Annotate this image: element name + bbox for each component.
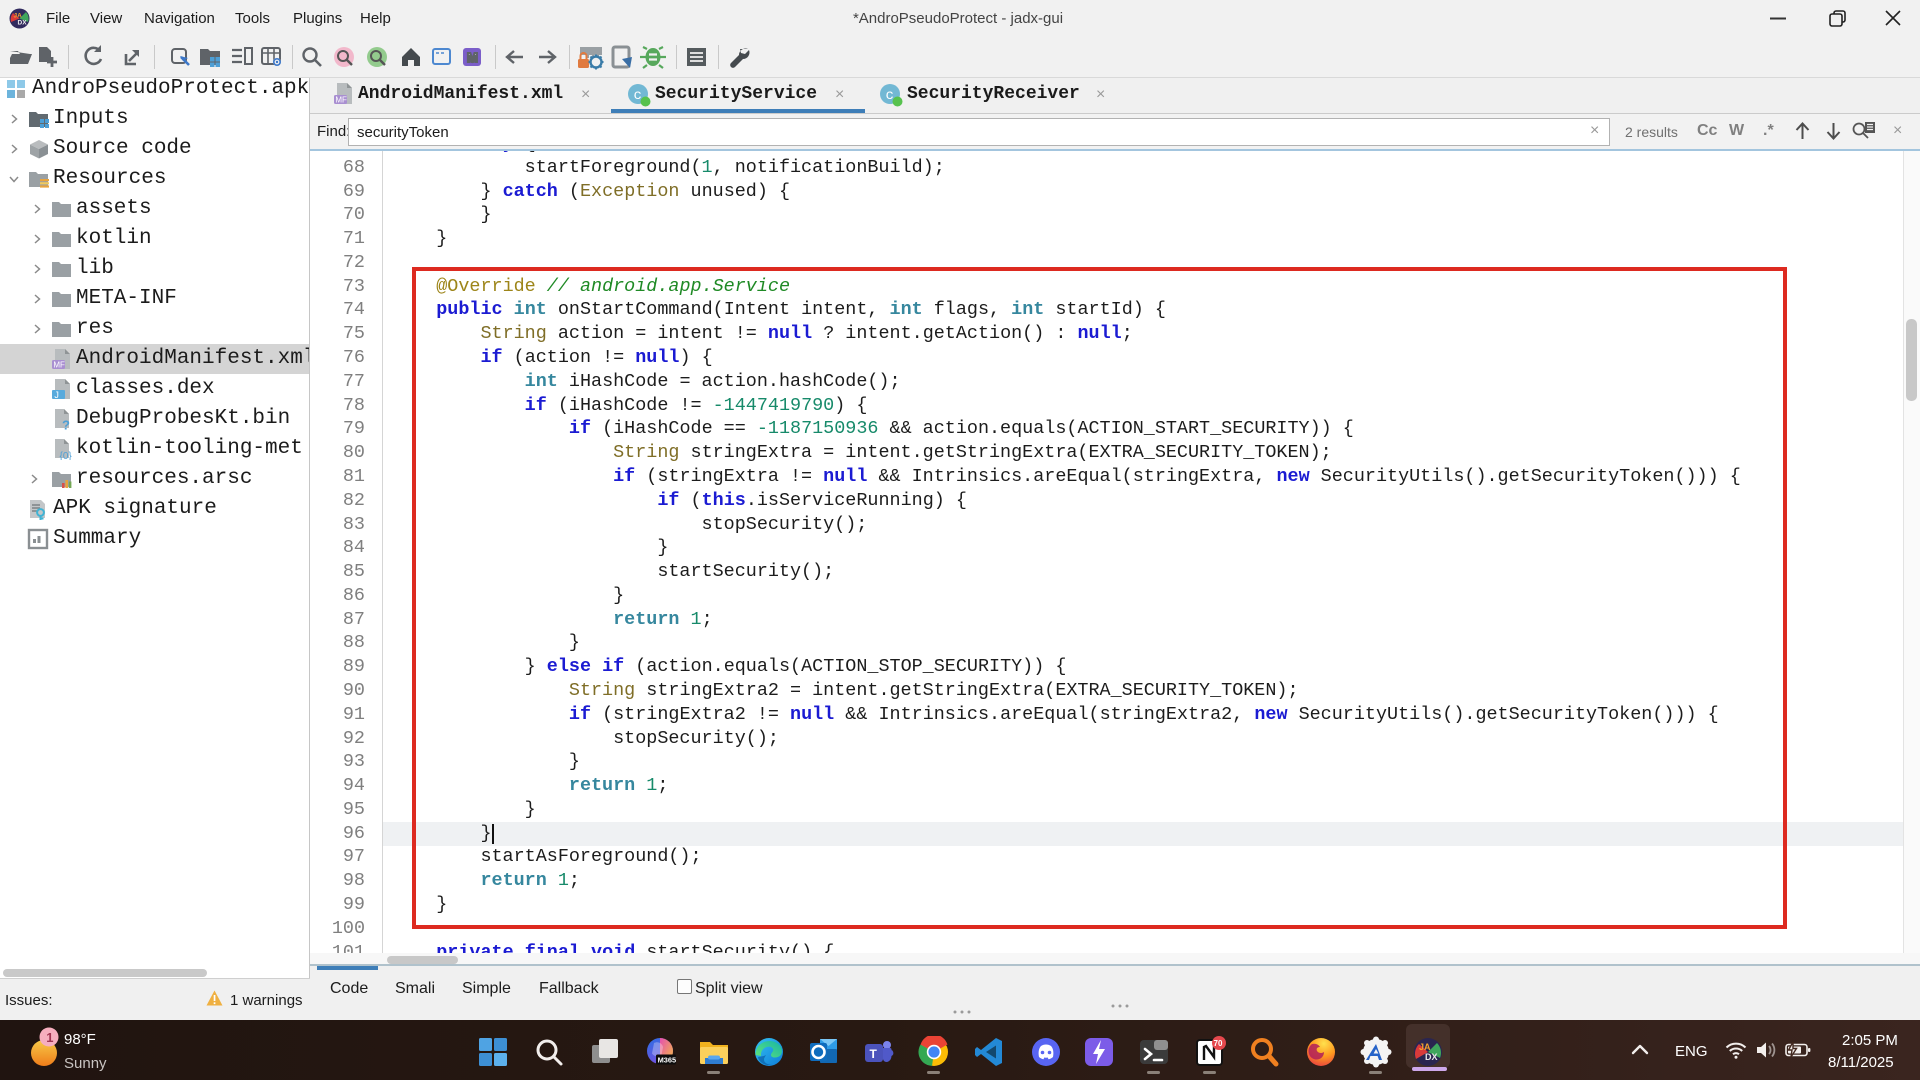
svg-text:DX: DX <box>18 20 28 27</box>
svg-text:MF: MF <box>335 95 347 104</box>
svg-text:J: J <box>54 390 59 400</box>
svg-text:MF: MF <box>53 360 65 369</box>
svg-text:?: ? <box>62 418 70 431</box>
svg-text:M365: M365 <box>658 1055 677 1064</box>
svg-text:1: 1 <box>46 1030 53 1045</box>
svg-text:M: M <box>467 50 478 65</box>
svg-text:JA: JA <box>14 13 23 20</box>
svg-text:{0}: {0} <box>60 451 73 460</box>
svg-text:T: T <box>870 1047 878 1061</box>
svg-text:70: 70 <box>1214 1039 1223 1048</box>
svg-text:DX: DX <box>1425 1052 1438 1062</box>
svg-text:JA: JA <box>1419 1042 1431 1052</box>
